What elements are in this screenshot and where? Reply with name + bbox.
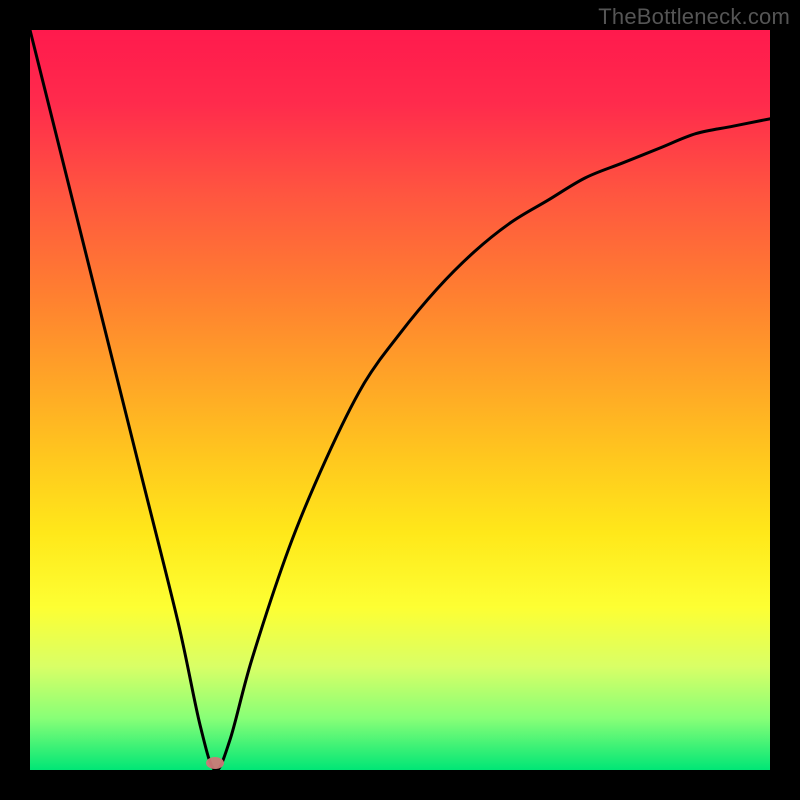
chart-frame: TheBottleneck.com xyxy=(0,0,800,800)
plot-area xyxy=(30,30,770,770)
minimum-marker xyxy=(206,757,224,769)
watermark-text: TheBottleneck.com xyxy=(598,4,790,30)
bottleneck-curve xyxy=(30,30,770,770)
curve-path xyxy=(30,30,770,770)
